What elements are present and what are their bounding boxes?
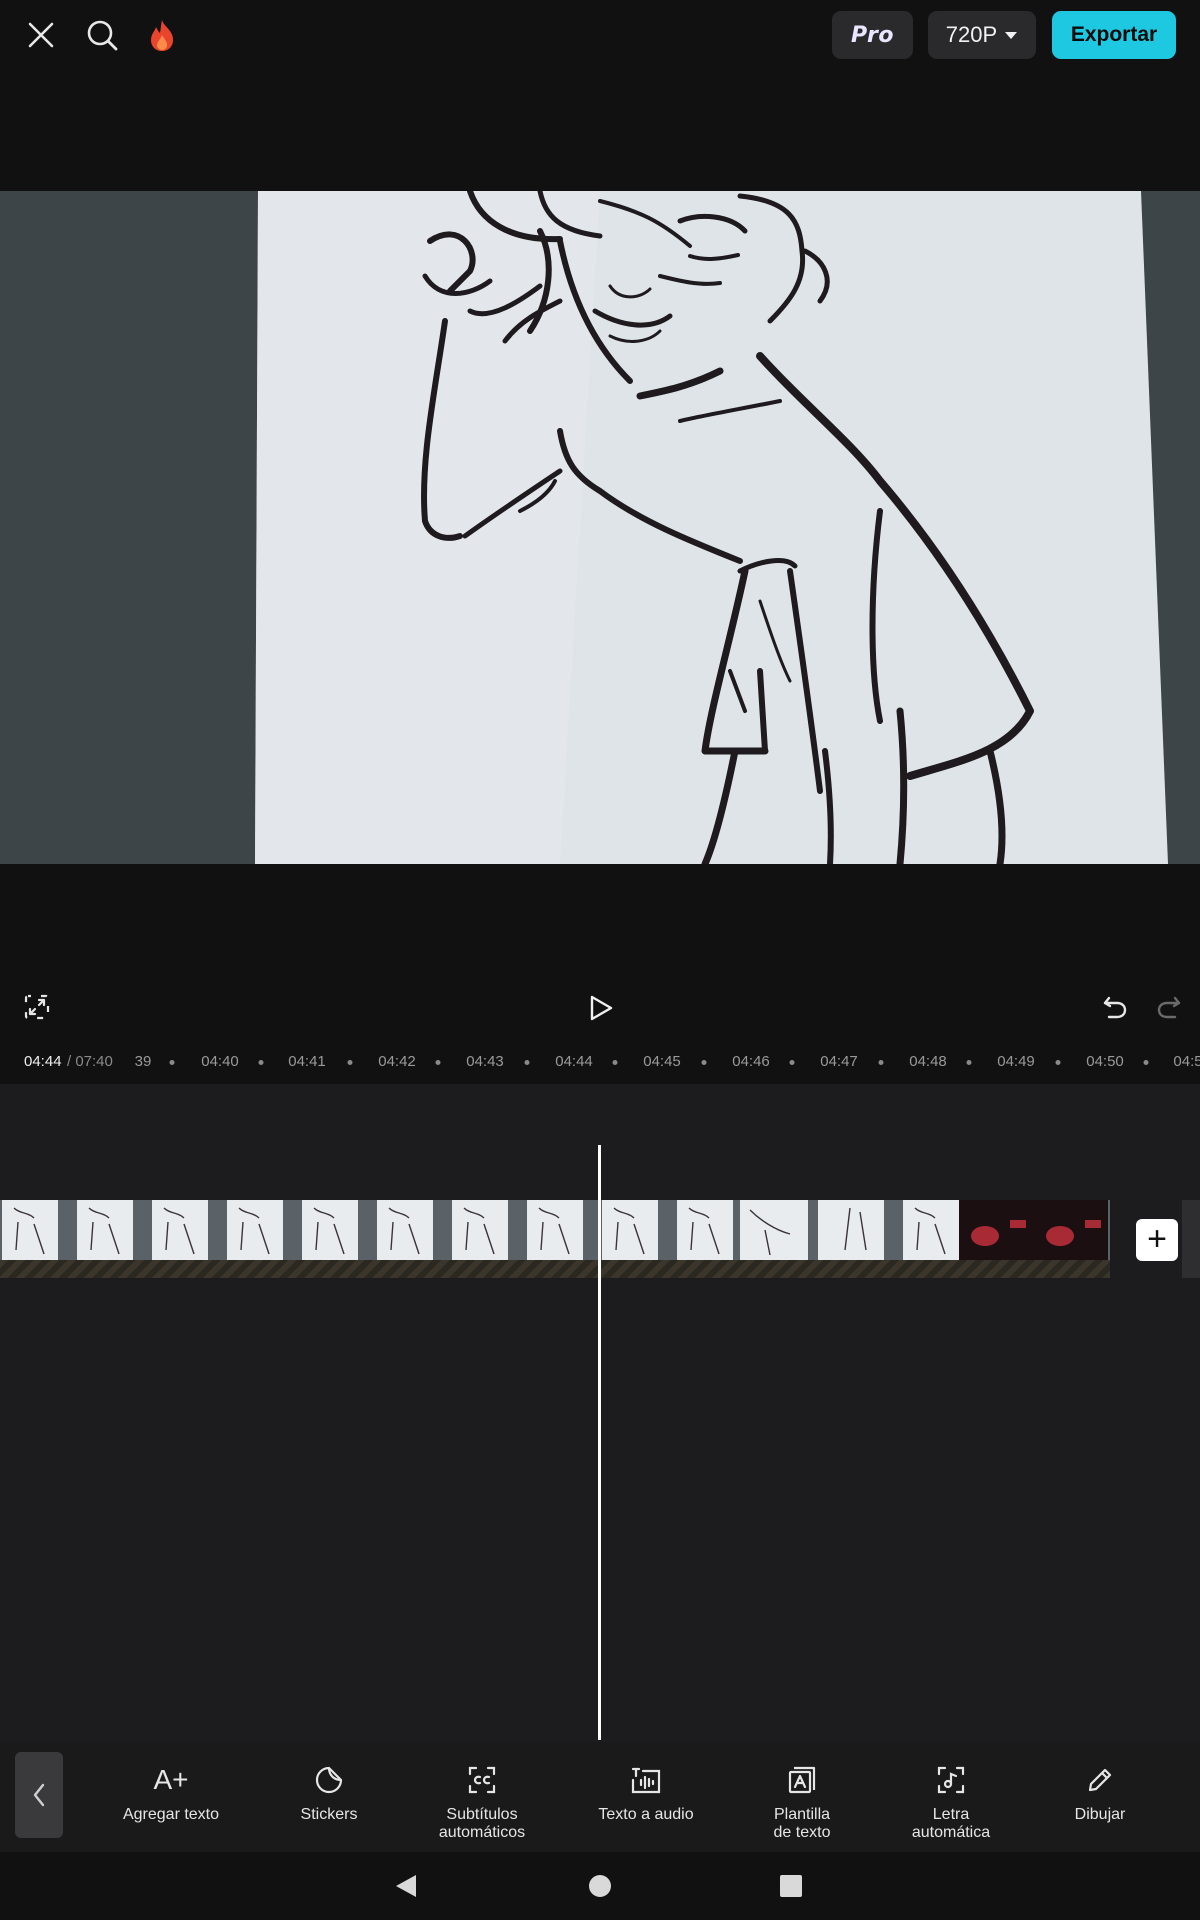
tool-auto-lyrics[interactable]: Letra automática — [876, 1758, 1026, 1848]
tick-dot — [789, 1060, 795, 1065]
resolution-dropdown[interactable]: 720P — [928, 11, 1036, 59]
tick-dot — [169, 1060, 175, 1065]
tick-dot — [524, 1060, 530, 1065]
tick-label: 04:5 — [1173, 1053, 1200, 1070]
captions-icon — [407, 1758, 557, 1802]
undo-icon[interactable] — [1098, 990, 1132, 1024]
tick-dot — [966, 1060, 972, 1065]
resolution-label: 720P — [945, 22, 998, 47]
add-clip-button[interactable]: + — [1136, 1219, 1178, 1261]
tool-label: Letra automática — [911, 1806, 991, 1841]
tick-label: 04:43 — [466, 1053, 504, 1070]
clip-audio-waveform — [0, 1260, 1110, 1278]
tick-label: 04:49 — [997, 1053, 1035, 1070]
back-icon[interactable] — [386, 1866, 426, 1906]
tool-label: Plantilla de texto — [773, 1806, 831, 1841]
tool-label: Texto a audio — [598, 1806, 694, 1823]
tick-label: 39 — [134, 1053, 152, 1070]
tool-auto-captions[interactable]: Subtítulos automáticos — [407, 1758, 557, 1848]
tick-dot — [701, 1060, 707, 1065]
close-icon[interactable] — [20, 14, 62, 56]
home-icon[interactable] — [580, 1866, 620, 1906]
tick-label: 04:50 — [1086, 1053, 1124, 1070]
tool-stickers[interactable]: Stickers — [254, 1758, 404, 1848]
tick-label: 04:40 — [201, 1053, 239, 1070]
tick-label: 04:46 — [732, 1053, 770, 1070]
tick-label: 04:47 — [820, 1053, 858, 1070]
search-icon[interactable] — [81, 14, 123, 56]
total-time: / 07:40 — [67, 1053, 113, 1070]
tick-dot — [258, 1060, 264, 1065]
tick-dot — [878, 1060, 884, 1065]
tick-dot — [1055, 1060, 1061, 1065]
tick-label: 04:48 — [909, 1053, 947, 1070]
caret-down-icon — [1005, 32, 1018, 39]
add-text-glyph: A+ — [153, 1764, 189, 1795]
tool-text-to-audio[interactable]: Texto a audio — [571, 1758, 721, 1848]
sketch-frame — [0, 191, 1200, 864]
tick-label: 04:41 — [288, 1053, 326, 1070]
flame-icon[interactable] — [141, 14, 183, 56]
recents-icon[interactable] — [771, 1866, 811, 1906]
tool-label: Subtítulos automáticos — [438, 1806, 526, 1841]
redo-icon[interactable] — [1152, 990, 1186, 1024]
tick-dot — [1143, 1060, 1149, 1065]
export-button[interactable]: Exportar — [1052, 11, 1176, 59]
tick-label: 04:42 — [378, 1053, 416, 1070]
pencil-icon — [1025, 1758, 1175, 1802]
tool-label: Dibujar — [1074, 1806, 1126, 1823]
text-template-icon — [727, 1758, 877, 1802]
auto-lyrics-icon — [876, 1758, 1026, 1802]
tick-label: 04:44 — [555, 1053, 593, 1070]
text-to-audio-icon — [571, 1758, 721, 1802]
tick-label: 04:45 — [643, 1053, 681, 1070]
pro-label: Pro — [851, 22, 894, 48]
video-clip-track[interactable] — [0, 1200, 1110, 1278]
tick-dot — [435, 1060, 441, 1065]
tick-dot — [612, 1060, 618, 1065]
add-text-icon: A+ — [96, 1758, 246, 1802]
collapse-toolbar-button[interactable] — [15, 1752, 63, 1838]
current-time: 04:44 — [24, 1053, 62, 1070]
video-preview — [0, 191, 1200, 864]
chevron-left-icon — [33, 1783, 45, 1807]
tool-add-text[interactable]: A+ Agregar texto — [96, 1758, 246, 1848]
playhead[interactable] — [598, 1145, 601, 1740]
tool-text-template[interactable]: Plantilla de texto — [727, 1758, 877, 1848]
tool-label: Stickers — [300, 1806, 358, 1823]
pro-badge[interactable]: Pro — [832, 11, 913, 59]
next-clip-preview — [1182, 1200, 1200, 1278]
tool-label: Agregar texto — [122, 1806, 220, 1823]
sticker-icon — [254, 1758, 404, 1802]
fullscreen-icon[interactable] — [20, 990, 54, 1024]
play-icon[interactable] — [584, 990, 618, 1026]
clip-sketch-lines — [13, 1207, 1101, 1256]
tool-draw[interactable]: Dibujar — [1025, 1758, 1175, 1848]
tick-dot — [347, 1060, 353, 1065]
